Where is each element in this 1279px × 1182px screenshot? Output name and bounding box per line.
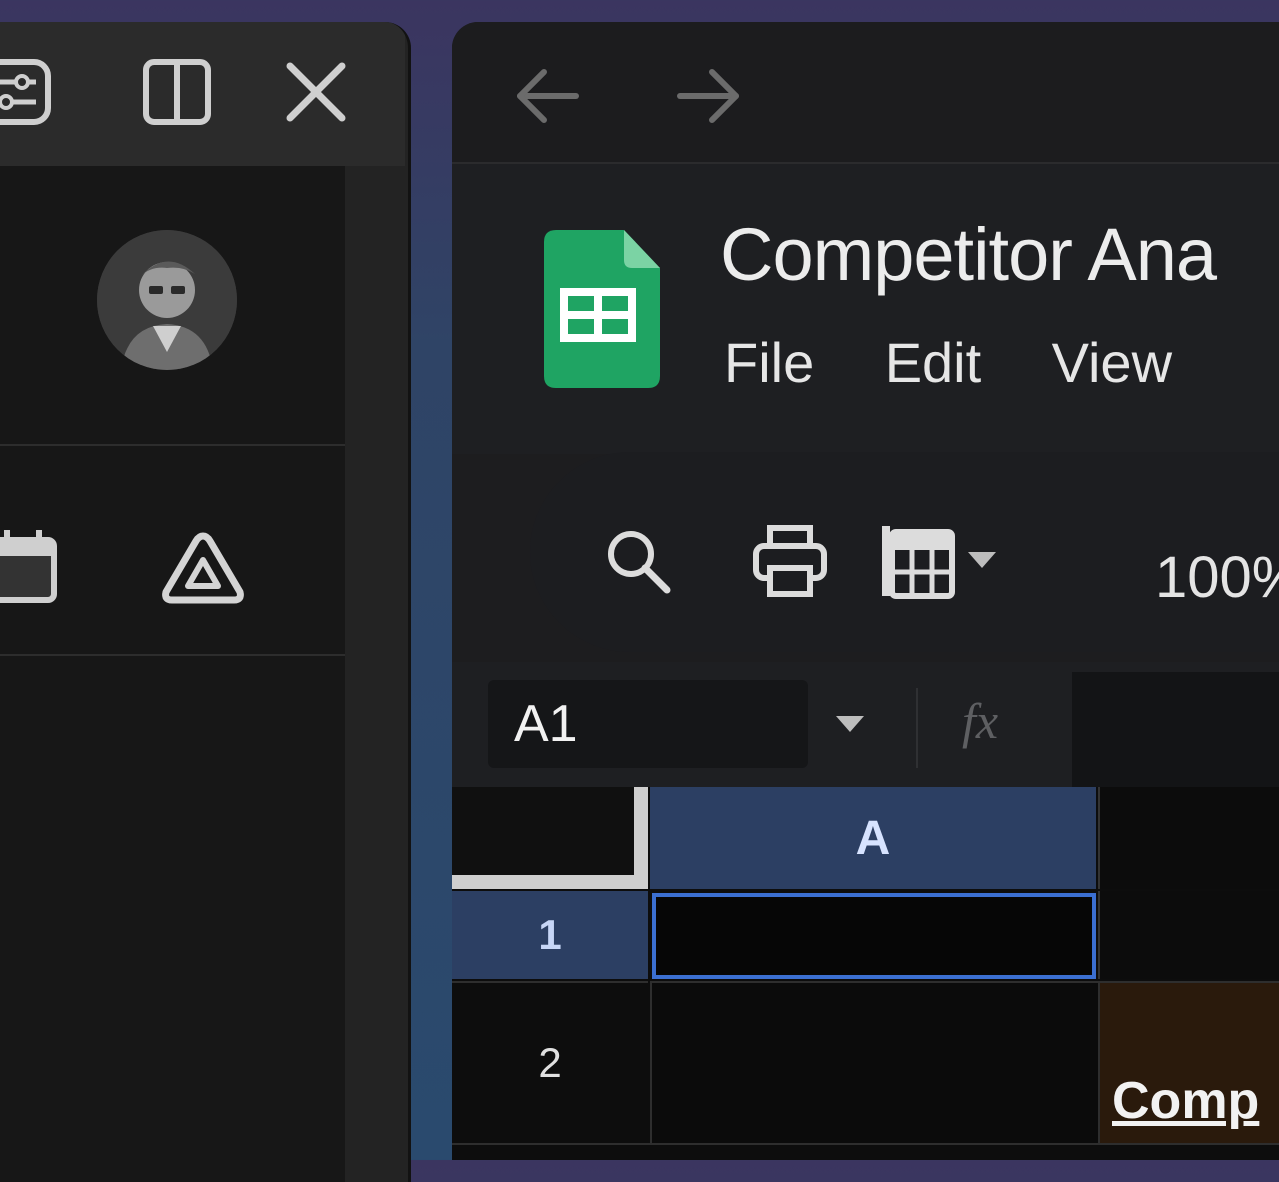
cell-a1[interactable] [652, 893, 1096, 979]
chevron-down-icon[interactable] [964, 550, 1000, 577]
divider [0, 654, 345, 656]
side-panel-window [0, 22, 411, 1182]
close-icon[interactable] [276, 52, 356, 132]
formula-input[interactable] [1072, 672, 1279, 787]
name-box[interactable]: A1 [488, 680, 808, 768]
zoom-level[interactable]: 100% [1155, 544, 1279, 611]
chevron-down-icon[interactable] [832, 714, 868, 741]
cell-b1[interactable] [1098, 891, 1279, 979]
row-header-1[interactable]: 1 [452, 891, 648, 979]
forward-arrow-icon[interactable] [674, 66, 744, 131]
select-all-corner[interactable] [452, 787, 648, 889]
column-header-a[interactable]: A [650, 787, 1096, 889]
cell-a2[interactable] [650, 981, 1098, 1143]
cell-b2-text: Comp [1112, 1072, 1260, 1130]
row-divider [452, 1143, 1279, 1145]
divider [0, 444, 345, 446]
column-header-b[interactable] [1098, 787, 1279, 889]
print-icon[interactable] [752, 524, 828, 603]
format-painter-icon[interactable] [878, 522, 958, 605]
menu-bar: File Edit View [724, 330, 1238, 400]
sheets-logo-icon[interactable] [544, 230, 662, 393]
drive-icon[interactable] [160, 530, 246, 611]
toolbar: 100% [530, 452, 1279, 652]
browser-nav-bar [452, 22, 1279, 164]
spreadsheet-grid: A 1 2 Comp [452, 787, 1279, 1160]
side-panel-titlebar [0, 22, 405, 166]
side-panel-content [0, 166, 345, 1182]
formula-fx-icon: fx [962, 693, 999, 749]
calendar-icon[interactable] [0, 528, 62, 611]
split-view-icon[interactable] [138, 52, 218, 132]
formula-bar: A1 fx [452, 662, 1279, 787]
divider [916, 688, 918, 768]
side-panel-scrollbar-track[interactable] [345, 166, 405, 1182]
row-header-2[interactable]: 2 [452, 981, 648, 1143]
sliders-icon[interactable] [0, 52, 58, 132]
browser-window: Competitor Ana File Edit View 100 A1 fx … [452, 22, 1279, 1160]
menu-edit[interactable]: Edit [885, 330, 982, 395]
menu-view[interactable]: View [1052, 330, 1172, 395]
search-icon[interactable] [605, 528, 675, 603]
cell-b2[interactable]: Comp [1098, 981, 1279, 1143]
menu-file[interactable]: File [724, 330, 814, 395]
avatar[interactable] [97, 230, 237, 370]
name-box-value: A1 [514, 695, 578, 753]
back-arrow-icon[interactable] [512, 66, 582, 131]
document-title[interactable]: Competitor Ana [720, 212, 1217, 297]
